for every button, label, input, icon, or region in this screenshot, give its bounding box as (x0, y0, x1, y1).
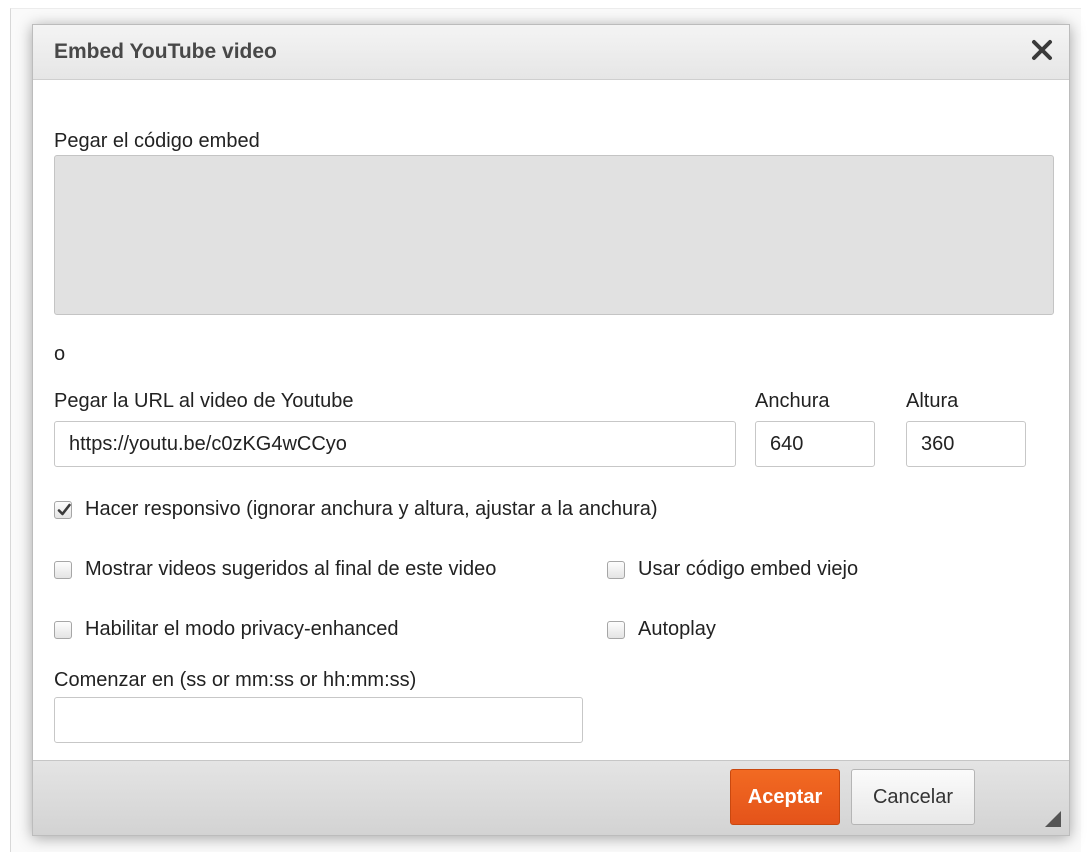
embed-youtube-dialog: Embed YouTube video Pegar el código embe… (32, 24, 1070, 836)
url-label: Pegar la URL al video de Youtube (54, 390, 354, 412)
autoplay-option[interactable]: Autoplay (607, 618, 716, 641)
dialog-title: Embed YouTube video (54, 40, 277, 63)
old-embed-option[interactable]: Usar código embed viejo (607, 558, 858, 581)
privacy-option[interactable]: Habilitar el modo privacy-enhanced (54, 618, 399, 641)
responsive-label: Hacer responsivo (ignorar anchura y altu… (85, 498, 658, 520)
height-input[interactable] (906, 421, 1026, 467)
suggested-videos-option[interactable]: Mostrar videos sugeridos al final de est… (54, 558, 496, 581)
url-input[interactable] (54, 421, 736, 467)
width-label: Anchura (755, 390, 830, 412)
embed-code-textarea[interactable] (54, 155, 1054, 315)
autoplay-checkbox[interactable] (607, 620, 625, 639)
accept-button[interactable]: Aceptar (730, 769, 840, 825)
privacy-checkbox[interactable] (54, 620, 72, 639)
responsive-option[interactable]: Hacer responsivo (ignorar anchura y altu… (54, 498, 658, 521)
start-time-input[interactable] (54, 697, 583, 743)
autoplay-label: Autoplay (638, 618, 716, 640)
check-icon (57, 503, 71, 515)
height-label: Altura (906, 390, 959, 412)
old-embed-label: Usar código embed viejo (638, 558, 859, 580)
or-separator: o (54, 343, 66, 365)
dialog-content: Pegar el código embed o Pegar la URL al … (33, 79, 1069, 761)
start-time-label: Comenzar en (ss or mm:ss or hh:mm:ss) (54, 669, 417, 691)
old-embed-checkbox[interactable] (607, 560, 625, 579)
privacy-label: Habilitar el modo privacy-enhanced (85, 618, 399, 640)
dialog-titlebar[interactable]: Embed YouTube video (33, 25, 1069, 80)
width-input[interactable] (755, 421, 875, 467)
suggested-videos-checkbox[interactable] (54, 560, 72, 579)
close-icon[interactable] (1027, 35, 1057, 65)
resize-handle-icon[interactable] (1045, 811, 1061, 827)
suggested-videos-label: Mostrar videos sugeridos al final de est… (85, 558, 497, 580)
embed-code-label: Pegar el código embed (54, 130, 260, 152)
responsive-checkbox[interactable] (54, 500, 72, 519)
dialog-footer: Aceptar Cancelar (33, 760, 1069, 835)
cancel-button[interactable]: Cancelar (851, 769, 975, 825)
